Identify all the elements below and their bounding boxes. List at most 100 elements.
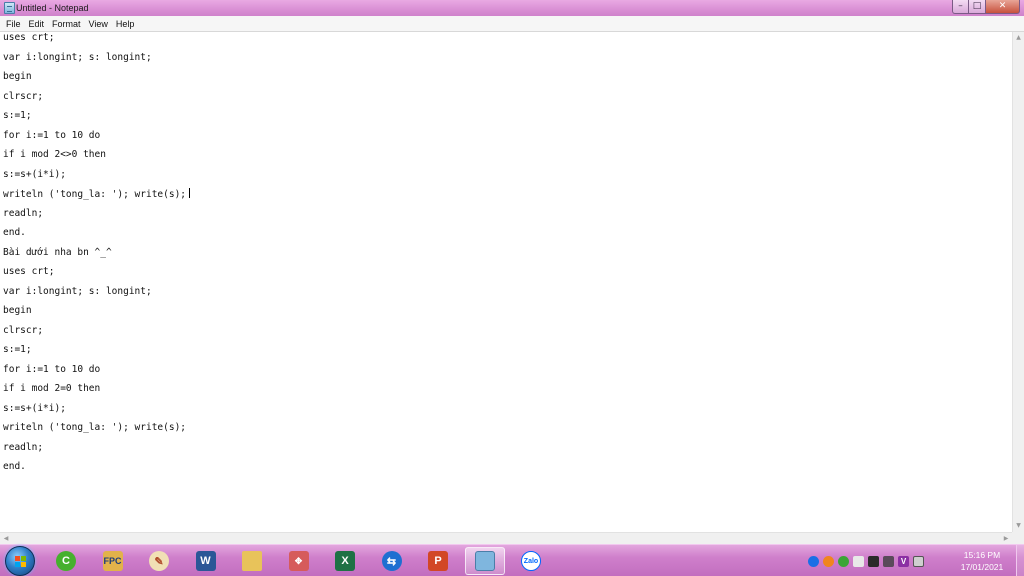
- code-line-text: clrscr;: [3, 90, 44, 102]
- code-line[interactable]: for i:=1 to 10 do: [0, 364, 1012, 384]
- code-line-text: writeln ('tong_la: '); write(s);: [3, 422, 187, 433]
- taskbar-explorer-button[interactable]: [232, 547, 272, 575]
- code-line-text: end.: [3, 227, 26, 238]
- title-bar[interactable]: Untitled - Notepad – □ ✕: [0, 0, 1024, 16]
- code-line-text: for i:=1 to 10 do: [3, 129, 101, 141]
- scrollbar-corner: [1012, 532, 1024, 544]
- code-line[interactable]: uses crt;: [0, 32, 1012, 52]
- code-line-text: begin: [3, 71, 32, 82]
- network-icon: ✥: [288, 551, 309, 571]
- taskbar-paint-button[interactable]: ✎: [139, 547, 179, 575]
- code-line[interactable]: end.: [0, 461, 1012, 481]
- scroll-up-icon[interactable]: ▲: [1013, 32, 1024, 44]
- zalo-icon: Zalo: [521, 551, 541, 571]
- taskbar-free-pascal-button[interactable]: FPC: [93, 547, 133, 575]
- volume-icon[interactable]: [853, 555, 864, 567]
- code-line-text: s:=1;: [3, 344, 32, 355]
- free-pascal-icon: FPC: [102, 551, 123, 571]
- code-line-text: writeln ('tong_la: '); write(s);: [3, 189, 187, 200]
- action-center-icon[interactable]: [883, 555, 894, 567]
- code-line-text: begin: [3, 305, 32, 316]
- code-line[interactable]: for i:=1 to 10 do: [0, 130, 1012, 150]
- code-line[interactable]: writeln ('tong_la: '); write(s);: [0, 422, 1012, 442]
- system-tray: V: [808, 554, 924, 568]
- minimize-button[interactable]: –: [952, 0, 969, 14]
- taskbar-teamviewer-button[interactable]: ⇆: [372, 547, 412, 575]
- code-line[interactable]: if i mod 2=0 then: [0, 383, 1012, 403]
- text-editor[interactable]: uses crt; var i:longint; s: longint; begin…: [0, 32, 1012, 532]
- taskbar-excel-button[interactable]: X: [325, 547, 365, 575]
- code-line[interactable]: if i mod 2<>0 then: [0, 149, 1012, 169]
- update-tray-icon[interactable]: [838, 555, 849, 567]
- taskbar-coccoc-button[interactable]: C: [46, 547, 86, 575]
- taskbar-network-button[interactable]: ✥: [279, 547, 319, 575]
- menu-format[interactable]: Format: [48, 17, 85, 31]
- menu-edit[interactable]: Edit: [25, 17, 49, 31]
- code-line[interactable]: begin: [0, 71, 1012, 91]
- menu-view[interactable]: View: [85, 17, 112, 31]
- code-line-text: s:=s+(i*i);: [3, 168, 66, 180]
- window-controls: – □ ✕: [952, 0, 1020, 14]
- code-line-text: Bài dưới nha bn ^_^: [3, 246, 112, 258]
- code-line[interactable]: end.: [0, 227, 1012, 247]
- menu-help[interactable]: Help: [112, 17, 139, 31]
- coccoc-tray-icon[interactable]: [823, 555, 834, 567]
- code-line-text: uses crt;: [3, 32, 55, 43]
- text-caret: [189, 188, 191, 198]
- horizontal-scrollbar[interactable]: ◀ ▶: [0, 532, 1012, 544]
- coccoc-browser-icon: C: [56, 551, 76, 571]
- code-line-text: clrscr;: [3, 324, 44, 336]
- code-line[interactable]: s:=1;: [0, 110, 1012, 130]
- unikey-tray-icon[interactable]: V: [898, 555, 909, 567]
- code-line-text: var i:longint; s: longint;: [3, 51, 152, 63]
- taskbar-zalo-button[interactable]: Zalo: [511, 547, 551, 575]
- system-clock[interactable]: 15:16 PM 17/01/2021: [950, 549, 1014, 573]
- code-line[interactable]: var i:longint; s: longint;: [0, 52, 1012, 72]
- code-line[interactable]: clrscr;: [0, 91, 1012, 111]
- scroll-down-icon[interactable]: ▼: [1013, 520, 1024, 532]
- close-button[interactable]: ✕: [986, 0, 1020, 14]
- code-line[interactable]: writeln ('tong_la: '); write(s);: [0, 188, 1012, 208]
- code-line[interactable]: s:=s+(i*i);: [0, 403, 1012, 423]
- code-line[interactable]: readln;: [0, 442, 1012, 462]
- code-line[interactable]: s:=1;: [0, 344, 1012, 364]
- clock-time: 15:16 PM: [963, 550, 1001, 560]
- display-tray-icon[interactable]: [913, 555, 924, 567]
- vertical-scrollbar[interactable]: ▲ ▼: [1012, 32, 1024, 532]
- taskbar-notepad-button[interactable]: [464, 547, 505, 575]
- code-line[interactable]: Bài dưới nha bn ^_^: [0, 247, 1012, 267]
- code-line-text: readln;: [3, 441, 44, 453]
- taskbar: C FPC ✎ W ✥ X ⇆ P Zalo V 15:16 PM 17/01/2021: [0, 544, 1024, 576]
- menu-file[interactable]: File: [2, 17, 25, 31]
- notepad-app-icon[interactable]: [4, 2, 15, 14]
- start-button[interactable]: [5, 546, 35, 576]
- code-line-text: s:=s+(i*i);: [3, 402, 66, 414]
- code-line-text: if i mod 2=0 then: [3, 383, 101, 394]
- code-line[interactable]: clrscr;: [0, 325, 1012, 345]
- code-line[interactable]: uses crt;: [0, 266, 1012, 286]
- code-line[interactable]: begin: [0, 305, 1012, 325]
- code-line-text: uses crt;: [3, 266, 55, 277]
- code-line-text: var i:longint; s: longint;: [3, 285, 152, 297]
- word-icon: W: [195, 551, 216, 571]
- scroll-left-icon[interactable]: ◀: [0, 533, 12, 544]
- show-desktop-button[interactable]: [1016, 545, 1024, 576]
- maximize-button[interactable]: □: [969, 0, 986, 14]
- window-title: Untitled - Notepad: [16, 3, 89, 13]
- code-line-text: for i:=1 to 10 do: [3, 363, 101, 375]
- code-line[interactable]: var i:longint; s: longint;: [0, 286, 1012, 306]
- zalo-tray-icon[interactable]: [808, 555, 819, 567]
- code-line-text: s:=1;: [3, 110, 32, 121]
- excel-icon: X: [335, 551, 355, 571]
- paint-icon: ✎: [149, 551, 169, 571]
- network-tray-icon[interactable]: [868, 555, 879, 567]
- folder-icon: [242, 551, 262, 571]
- code-line[interactable]: readln;: [0, 208, 1012, 228]
- menu-bar: File Edit Format View Help: [0, 16, 1024, 32]
- code-line-text: readln;: [3, 207, 44, 219]
- scroll-right-icon[interactable]: ▶: [1000, 533, 1012, 544]
- taskbar-word-button[interactable]: W: [186, 547, 226, 575]
- taskbar-powerpoint-button[interactable]: P: [418, 547, 458, 575]
- code-line-text: end.: [3, 461, 26, 472]
- code-line[interactable]: s:=s+(i*i);: [0, 169, 1012, 189]
